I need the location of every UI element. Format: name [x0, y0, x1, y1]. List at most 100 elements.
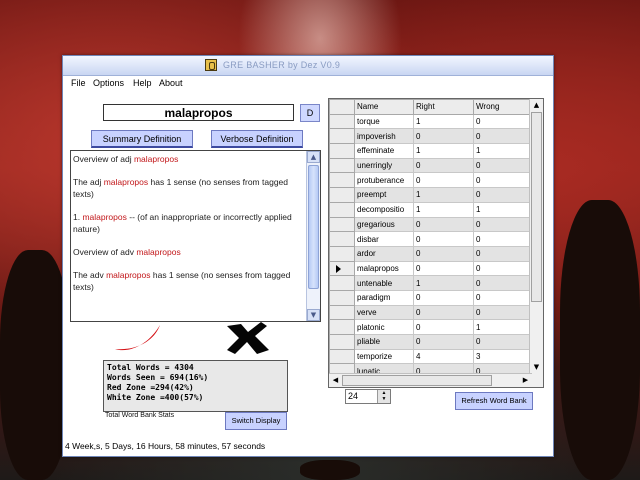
- table-row[interactable]: preempt 1 0: [329, 187, 533, 203]
- verbose-definition-button[interactable]: Verbose Definition: [211, 130, 303, 148]
- row-indicator[interactable]: [329, 245, 355, 262]
- table-row[interactable]: pliable 0 0: [329, 334, 533, 350]
- table-row[interactable]: impoverish 0 0: [329, 128, 533, 145]
- cell-right[interactable]: 0: [413, 128, 474, 145]
- cell-name[interactable]: unerringly: [354, 157, 414, 174]
- row-indicator[interactable]: [329, 216, 355, 233]
- cell-wrong[interactable]: 0: [473, 187, 533, 203]
- cell-wrong[interactable]: 0: [473, 216, 533, 233]
- cell-right[interactable]: 0: [413, 304, 474, 321]
- row-indicator[interactable]: [329, 187, 355, 203]
- table-row[interactable]: disbar 0 0: [329, 231, 533, 247]
- cell-name[interactable]: effeminate: [354, 143, 414, 159]
- row-indicator[interactable]: [329, 172, 355, 189]
- grid-scroll-right-arrow[interactable]: ▶: [519, 374, 532, 387]
- cell-right[interactable]: 0: [413, 172, 474, 189]
- grid-vertical-thumb[interactable]: [531, 112, 542, 302]
- cell-right[interactable]: 1: [413, 275, 474, 291]
- row-indicator[interactable]: [329, 157, 355, 174]
- cell-name[interactable]: decompositio: [354, 201, 414, 218]
- menu-help[interactable]: Help: [133, 78, 152, 88]
- table-row[interactable]: paradigm 0 0: [329, 289, 533, 306]
- menu-options[interactable]: Options: [93, 78, 124, 88]
- cell-name[interactable]: untenable: [354, 275, 414, 291]
- cell-wrong[interactable]: 0: [473, 334, 533, 350]
- cell-wrong[interactable]: 1: [473, 143, 533, 159]
- table-row[interactable]: untenable 1 0: [329, 275, 533, 291]
- word-grid[interactable]: Name Right Wrong torque 1 0 impoverish 0 0 eff…: [328, 98, 544, 388]
- table-row[interactable]: torque 1 0: [329, 113, 533, 130]
- table-row[interactable]: malapropos 0 0: [329, 260, 533, 277]
- cell-name[interactable]: preempt: [354, 187, 414, 203]
- table-row[interactable]: decompositio 1 1: [329, 201, 533, 218]
- row-indicator[interactable]: [329, 319, 355, 335]
- cell-wrong[interactable]: 0: [473, 172, 533, 189]
- cell-wrong[interactable]: 1: [473, 319, 533, 335]
- row-indicator[interactable]: [329, 128, 355, 145]
- definition-panel[interactable]: Overview of adj malapropos The adj malapr…: [70, 150, 321, 322]
- row-indicator[interactable]: [329, 334, 355, 350]
- grid-header-name[interactable]: Name: [354, 99, 414, 115]
- table-row[interactable]: effeminate 1 1: [329, 143, 533, 159]
- grid-horizontal-thumb[interactable]: [342, 375, 492, 386]
- cell-right[interactable]: 4: [413, 348, 474, 365]
- grid-scroll-up-arrow[interactable]: ▲: [530, 99, 543, 112]
- current-word-field[interactable]: malapropos: [103, 104, 294, 121]
- cell-wrong[interactable]: 0: [473, 245, 533, 262]
- grid-header-wrong[interactable]: Wrong: [473, 99, 533, 115]
- cell-name[interactable]: torque: [354, 113, 414, 130]
- switch-display-button[interactable]: Switch Display: [225, 412, 287, 430]
- scroll-up-arrow[interactable]: ▲: [307, 151, 320, 163]
- cell-right[interactable]: 1: [413, 113, 474, 130]
- row-indicator[interactable]: [329, 231, 355, 247]
- cell-wrong[interactable]: 0: [473, 289, 533, 306]
- dictionary-button[interactable]: D: [300, 104, 320, 122]
- cell-wrong[interactable]: 0: [473, 113, 533, 130]
- cell-right[interactable]: 0: [413, 216, 474, 233]
- cell-wrong[interactable]: 0: [473, 304, 533, 321]
- table-row[interactable]: verve 0 0: [329, 304, 533, 321]
- scroll-thumb[interactable]: [308, 165, 319, 289]
- cell-wrong[interactable]: 1: [473, 201, 533, 218]
- row-indicator[interactable]: [329, 289, 355, 306]
- cell-right[interactable]: 1: [413, 187, 474, 203]
- title-bar[interactable]: GRE BASHER by Dez V0.9: [63, 56, 553, 76]
- cell-right[interactable]: 0: [413, 289, 474, 306]
- definition-scrollbar[interactable]: ▲ ▼: [306, 151, 320, 321]
- grid-header-right[interactable]: Right: [413, 99, 474, 115]
- cell-name[interactable]: gregarious: [354, 216, 414, 233]
- cell-right[interactable]: 0: [413, 260, 474, 277]
- cell-right[interactable]: 1: [413, 143, 474, 159]
- menu-file[interactable]: File: [71, 78, 86, 88]
- table-row[interactable]: temporize 4 3: [329, 348, 533, 365]
- cell-right[interactable]: 0: [413, 231, 474, 247]
- table-row[interactable]: gregarious 0 0: [329, 216, 533, 233]
- cell-right[interactable]: 0: [413, 157, 474, 174]
- row-indicator[interactable]: [329, 348, 355, 365]
- cell-wrong[interactable]: 0: [473, 275, 533, 291]
- summary-definition-button[interactable]: Summary Definition: [91, 130, 193, 148]
- word-count-spinner[interactable]: 24 ▲ ▼: [345, 389, 391, 404]
- grid-scroll-left-arrow[interactable]: ◀: [329, 374, 342, 387]
- row-indicator[interactable]: [329, 260, 355, 277]
- cell-wrong[interactable]: 0: [473, 157, 533, 174]
- row-indicator[interactable]: [329, 304, 355, 321]
- cell-name[interactable]: verve: [354, 304, 414, 321]
- spinner-value[interactable]: 24: [348, 391, 358, 401]
- menu-about[interactable]: About: [159, 78, 183, 88]
- table-row[interactable]: unerringly 0 0: [329, 157, 533, 174]
- cell-name[interactable]: platonic: [354, 319, 414, 335]
- cell-wrong[interactable]: 0: [473, 128, 533, 145]
- table-row[interactable]: protuberance 0 0: [329, 172, 533, 189]
- cell-name[interactable]: paradigm: [354, 289, 414, 306]
- spinner-buttons[interactable]: ▲ ▼: [377, 390, 390, 403]
- table-row[interactable]: platonic 0 1: [329, 319, 533, 335]
- cell-name[interactable]: ardor: [354, 245, 414, 262]
- cell-right[interactable]: 0: [413, 245, 474, 262]
- refresh-word-bank-button[interactable]: Refresh Word Bank: [455, 392, 533, 410]
- scroll-down-arrow[interactable]: ▼: [307, 309, 320, 321]
- cell-name[interactable]: temporize: [354, 348, 414, 365]
- grid-vertical-scrollbar[interactable]: ▲ ▼: [529, 99, 543, 387]
- cell-wrong[interactable]: 0: [473, 260, 533, 277]
- cell-name[interactable]: protuberance: [354, 172, 414, 189]
